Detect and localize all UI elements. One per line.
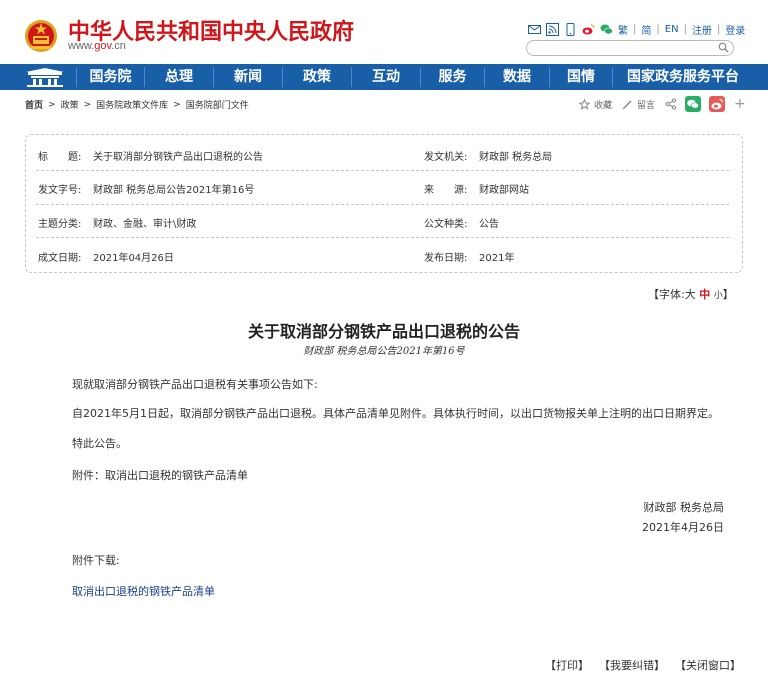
url-suffix: .cn bbox=[111, 40, 126, 52]
nav-item-interaction[interactable]: 互动 bbox=[352, 64, 420, 90]
wechat-icon[interactable] bbox=[600, 23, 613, 36]
written-date-label: 成文日期: bbox=[38, 253, 82, 264]
source-value: 财政部网站 bbox=[479, 185, 529, 196]
more-share-icon[interactable]: + bbox=[734, 96, 746, 112]
font-size-prefix: 【字体: bbox=[648, 288, 685, 301]
link-login[interactable]: 登录 bbox=[725, 22, 745, 37]
nav-item-national-info[interactable]: 国情 bbox=[550, 64, 612, 90]
top-links: 繁 | 简 | EN | 注册 | 登录 bbox=[528, 21, 745, 37]
docno-label: 发文字号: bbox=[38, 185, 82, 196]
article-paragraph: 附件：取消出口退税的钢铁产品清单 bbox=[72, 469, 248, 482]
wechat-share-icon[interactable] bbox=[685, 96, 702, 112]
breadcrumb-sep: > bbox=[48, 99, 56, 110]
link-traditional[interactable]: 繁 bbox=[618, 22, 628, 37]
article-paragraph: 自2021年5月1日起，取消部分钢铁产品出口退税。具体产品清单见附件。具体执行时… bbox=[72, 407, 719, 420]
site-url: www.gov.cn bbox=[68, 40, 126, 52]
divider: | bbox=[633, 23, 637, 35]
font-size-switcher: 【字体:大 中 小】 bbox=[648, 286, 734, 302]
divider: | bbox=[683, 23, 687, 35]
rss-icon[interactable] bbox=[546, 22, 559, 36]
breadcrumb-sep: > bbox=[173, 99, 181, 110]
signature-org: 财政部 税务总局 bbox=[643, 501, 725, 514]
print-button[interactable]: 【打印】 bbox=[545, 657, 589, 673]
article-doc-number: 财政部 税务总局公告2021年第16号 bbox=[303, 346, 465, 357]
url-domain: gov bbox=[94, 40, 112, 52]
mobile-icon[interactable] bbox=[564, 22, 577, 36]
title-value: 关于取消部分钢铁产品出口退税的公告 bbox=[93, 152, 263, 163]
attachment-download-link[interactable]: 取消出口退税的钢铁产品清单 bbox=[72, 583, 215, 599]
nav-item-data[interactable]: 数据 bbox=[485, 64, 549, 90]
attachment-label: 附件下载: bbox=[72, 554, 120, 567]
breadcrumb-policy[interactable]: 政策 bbox=[61, 98, 79, 111]
url-prefix: www. bbox=[68, 40, 95, 52]
article-paragraph: 特此公告。 bbox=[72, 437, 127, 450]
divider: | bbox=[656, 23, 660, 35]
type-value: 公告 bbox=[479, 219, 499, 230]
row-divider bbox=[36, 204, 729, 205]
article-paragraph: 现就取消部分钢铁产品出口退税有关事项公告如下: bbox=[72, 378, 318, 391]
title-label: 标 题: bbox=[38, 152, 82, 163]
report-error-button[interactable]: 【我要纠错】 bbox=[599, 657, 665, 673]
font-medium-button[interactable]: 中 bbox=[699, 288, 710, 301]
nav-item-news[interactable]: 新闻 bbox=[214, 64, 282, 90]
favorite-button[interactable]: 收藏 bbox=[594, 98, 612, 111]
topic-value: 财政、金融、审计\财政 bbox=[93, 219, 197, 230]
footer-actions: 【打印】 【我要纠错】 【关闭窗口】 bbox=[545, 657, 741, 673]
font-size-suffix: 】 bbox=[722, 288, 734, 301]
nav-item-policy[interactable]: 政策 bbox=[283, 64, 351, 90]
written-date-value: 2021年04月26日 bbox=[93, 253, 174, 264]
issuer-value: 财政部 税务总局 bbox=[479, 152, 553, 163]
docno-value: 财政部 税务总局公告2021年第16号 bbox=[93, 185, 255, 196]
nav-item-state-council[interactable]: 国务院 bbox=[77, 64, 144, 90]
breadcrumb-department-docs[interactable]: 国务院部门文件 bbox=[186, 98, 249, 111]
article-title: 关于取消部分钢铁产品出口退税的公告 bbox=[247, 322, 520, 341]
link-register[interactable]: 注册 bbox=[692, 22, 712, 37]
topic-label: 主题分类: bbox=[38, 219, 82, 230]
breadcrumb-sep: > bbox=[83, 99, 92, 110]
signature-date: 2021年4月26日 bbox=[642, 521, 724, 534]
type-label: 公文种类: bbox=[424, 219, 468, 230]
share-icon[interactable] bbox=[665, 98, 677, 110]
breadcrumb-home[interactable]: 首页 bbox=[25, 98, 43, 111]
comment-button[interactable]: 留言 bbox=[637, 98, 655, 111]
row-divider bbox=[36, 170, 729, 171]
nav-item-service-platform[interactable]: 国家政务服务平台 bbox=[613, 64, 753, 90]
nav-item-services[interactable]: 服务 bbox=[421, 64, 484, 90]
national-emblem-logo bbox=[25, 20, 57, 52]
issuer-label: 发文机关: bbox=[424, 152, 468, 163]
search-icon[interactable] bbox=[718, 42, 729, 53]
font-large-button[interactable]: 大 bbox=[685, 288, 696, 301]
publish-date-label: 发布日期: bbox=[424, 253, 468, 264]
home-gate-icon[interactable] bbox=[24, 68, 66, 87]
breadcrumb: 首页 > 政策 > 国务院政策文件库 > 国务院部门文件 bbox=[25, 98, 249, 112]
breadcrumb-policy-library[interactable]: 国务院政策文件库 bbox=[96, 98, 168, 111]
row-divider bbox=[36, 237, 729, 238]
link-simplified[interactable]: 简 bbox=[641, 22, 651, 37]
source-label: 来 源: bbox=[424, 185, 468, 196]
star-icon[interactable] bbox=[579, 98, 590, 110]
weibo-share-icon[interactable] bbox=[709, 96, 726, 112]
share-bar: 收藏 留言 + bbox=[579, 96, 746, 112]
pen-icon[interactable] bbox=[622, 99, 633, 110]
weibo-icon[interactable] bbox=[582, 23, 595, 36]
close-window-button[interactable]: 【关闭窗口】 bbox=[675, 657, 741, 673]
font-small-button[interactable]: 小 bbox=[714, 291, 723, 301]
mail-icon[interactable] bbox=[528, 23, 541, 36]
search-input[interactable] bbox=[526, 40, 734, 56]
divider: | bbox=[716, 23, 721, 35]
nav-item-premier[interactable]: 总理 bbox=[145, 64, 213, 90]
publish-date-value: 2021年 bbox=[479, 253, 515, 264]
link-english[interactable]: EN bbox=[665, 24, 679, 35]
